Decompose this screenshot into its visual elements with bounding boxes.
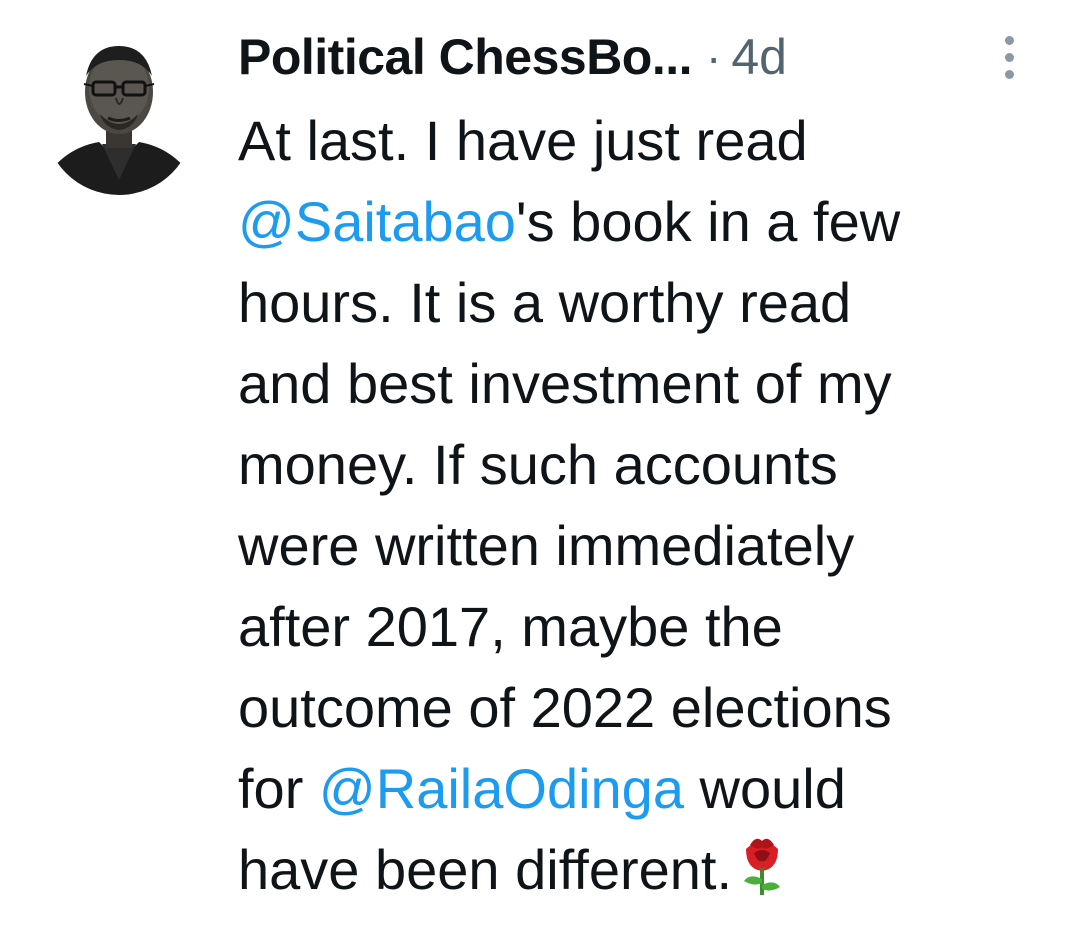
tweet-header: Political ChessBo... · 4d	[238, 22, 787, 92]
tweet-line: hours. It is a worthy read	[238, 271, 852, 334]
tweet-line: money. If such accounts	[238, 433, 838, 496]
author-name[interactable]: Political ChessBo...	[238, 28, 693, 86]
tweet-line: and best investment of my	[238, 352, 892, 415]
tweet-line-text: 's book in a few	[515, 190, 901, 253]
tweet-line: after 2017, maybe the	[238, 595, 783, 658]
tweet-line: were written immediately	[238, 514, 855, 577]
mention-railaodinga[interactable]: @RailaOdinga	[319, 757, 684, 820]
tweet-line: have been different.	[238, 829, 1038, 910]
tweet-line-text: have been different.	[238, 838, 733, 901]
avatar[interactable]	[44, 30, 194, 200]
tweet[interactable]: Political ChessBo... · 4d At last. I hav…	[0, 0, 1074, 938]
tweet-line: @Saitabao's book in a few	[238, 181, 1038, 262]
separator-dot: ·	[706, 31, 722, 83]
more-options-button[interactable]	[990, 30, 1030, 86]
tweet-text: At last. I have just read @Saitabao's bo…	[238, 100, 1038, 910]
timestamp[interactable]: 4d	[731, 28, 787, 86]
mention-saitabao[interactable]: @Saitabao	[238, 190, 516, 253]
more-icon-dot	[1005, 53, 1014, 62]
tweet-line-text: would	[683, 757, 846, 820]
tweet-line: for @RailaOdinga would	[238, 748, 1038, 829]
tweet-line-text: for	[238, 757, 319, 820]
rose-icon	[744, 838, 781, 895]
tweet-line: outcome of 2022 elections	[238, 676, 892, 739]
more-icon-dot	[1005, 36, 1014, 45]
profile-photo	[44, 45, 194, 195]
more-icon-dot	[1005, 70, 1014, 79]
tweet-line: At last. I have just read	[238, 109, 808, 172]
